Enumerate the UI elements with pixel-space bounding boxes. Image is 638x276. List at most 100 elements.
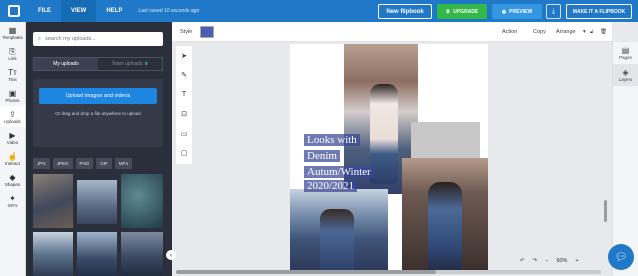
zoom-out-button[interactable]: −	[545, 258, 548, 264]
upgrade-button[interactable]: ♛ UPGRADE	[437, 4, 487, 19]
left-rail: ▦ Templates ⎘ Link Tт Text ▣ Photos ⇪ Uploads…	[0, 22, 26, 276]
app-logo[interactable]	[0, 0, 28, 22]
page-title-line-4[interactable]: 2020/2021	[304, 180, 358, 192]
search-input[interactable]: ⌕ search my uploads...	[33, 32, 163, 46]
zoom-controls: ↶ ↷ − 60% +	[520, 258, 579, 264]
tab-my-uploads[interactable]: My uploads	[34, 58, 98, 70]
page-title-line-1[interactable]: Looks with	[304, 134, 360, 146]
redo-icon[interactable]: ↷	[533, 258, 538, 264]
photo-top-figure	[370, 84, 398, 184]
save-status: Last saved 10 seconds ago	[138, 8, 200, 14]
rail-text[interactable]: Tт Text	[0, 64, 25, 85]
lock-icon[interactable]: 🔓︎	[590, 29, 594, 36]
zoom-in-button[interactable]: +	[575, 258, 578, 264]
download-icon: ⤓	[551, 7, 556, 15]
upload-thumbnail[interactable]	[121, 174, 163, 228]
upload-dropzone[interactable]: Upload images and videos Or drag and dro…	[33, 79, 163, 147]
rail-shapes[interactable]: ◆ Shapes	[0, 169, 25, 190]
rail-label: Interact	[4, 160, 20, 166]
gif-icon: ✦	[9, 193, 16, 203]
download-button[interactable]: ⤓	[546, 4, 561, 19]
upload-tabs: My uploads Team uploads ♛	[33, 57, 163, 71]
chat-button[interactable]: 💬︎	[608, 244, 634, 270]
filter-jpeg[interactable]: JPEG	[52, 158, 73, 169]
pages-icon: ▤	[621, 46, 630, 55]
rail-label: Text	[8, 76, 17, 82]
photo-bottom-left-figure	[320, 209, 354, 272]
eye-icon: ◉	[501, 8, 507, 15]
link-icon: ⎘	[9, 46, 16, 56]
rail-photos[interactable]: ▣ Photos	[0, 85, 25, 106]
upload-thumbnail[interactable]	[77, 180, 117, 224]
rail-gifs[interactable]: ✦ GIFs	[0, 190, 25, 211]
search-placeholder: search my uploads...	[45, 36, 96, 42]
text-tool-icon[interactable]: T	[176, 85, 192, 105]
rail-interact[interactable]: ☝ Interact	[0, 148, 25, 169]
arrange-button[interactable]: Arrange	[556, 29, 576, 35]
rail-link[interactable]: ⎘ Link	[0, 43, 25, 64]
upload-icon: ⇪	[9, 109, 16, 119]
action-button[interactable]: Action	[502, 29, 517, 35]
preview-label: PREVIEW	[509, 8, 533, 15]
upload-thumbnail[interactable]	[77, 232, 117, 276]
vertical-scrollbar[interactable]	[604, 200, 607, 222]
collapse-panel-button[interactable]: ‹	[166, 250, 176, 260]
filter-gif[interactable]: GIF	[96, 158, 112, 169]
shape-tool-icon[interactable]: ▭	[176, 124, 192, 144]
tab-team-label: Team uploads	[111, 61, 143, 67]
flipbook-page[interactable]: Looks with Denim Autum/Winter 2020/2021	[290, 44, 488, 272]
photo-bottom-right-figure	[428, 182, 462, 272]
style-color-swatch[interactable]	[200, 26, 214, 38]
preview-button[interactable]: ◉ PREVIEW	[492, 4, 542, 19]
new-flipbook-button[interactable]: New flipbook	[378, 4, 432, 19]
scroll-thumb[interactable]	[176, 270, 436, 274]
rail-label: Layers	[618, 77, 633, 82]
comment-tool-icon[interactable]: ▢	[176, 144, 192, 164]
filter-mp4[interactable]: MP4	[114, 158, 133, 169]
layers-icon: ◈	[622, 68, 629, 77]
right-rail: ▤ Pages ◈ Layers	[612, 42, 638, 276]
rail-layers[interactable]: ◈ Layers	[613, 64, 638, 86]
menu-view[interactable]: VIEW	[61, 0, 97, 22]
editor-canvas[interactable]: Looks with Denim Autum/Winter 2020/2021	[196, 44, 606, 272]
rail-label: Templates	[2, 34, 23, 40]
style-label: Style	[180, 29, 193, 35]
filter-jpg[interactable]: JPG	[33, 158, 50, 169]
rail-label: Uploads	[4, 118, 21, 124]
image-placeholder[interactable]	[411, 122, 480, 158]
rail-uploads[interactable]: ⇪ Uploads	[0, 106, 25, 127]
upgrade-label: UPGRADE	[453, 8, 479, 15]
media-tool-icon[interactable]: ⊡	[176, 105, 192, 125]
upload-thumbnail[interactable]	[33, 232, 73, 276]
crown-icon: ♛	[144, 61, 149, 67]
undo-icon[interactable]: ↶	[520, 258, 525, 264]
filter-png[interactable]: PNG	[75, 158, 94, 169]
horizontal-scrollbar[interactable]	[176, 270, 601, 274]
editor-toolbar: Style Action Copy Arrange ▾ 🔓︎ 🗑︎	[172, 22, 612, 42]
rail-video[interactable]: ▶ Video	[0, 127, 25, 148]
make-flipbook-button[interactable]: MAKE IT A FLIPBOOK	[566, 4, 632, 19]
tools-palette: ➤ ✎ T ⊡ ▭ ▢	[176, 46, 192, 164]
interact-icon: ☝	[7, 151, 18, 161]
page-title-line-3[interactable]: Autum/Winter	[304, 166, 374, 178]
file-type-filters: JPG JPEG PNG GIF MP4	[33, 158, 133, 169]
pen-tool-icon[interactable]: ✎	[176, 66, 192, 86]
chevron-down-icon[interactable]: ▾	[583, 29, 586, 35]
rail-label: Link	[8, 55, 17, 61]
tab-team-uploads[interactable]: Team uploads ♛	[98, 58, 162, 70]
rail-pages[interactable]: ▤ Pages	[613, 42, 638, 64]
menu-file[interactable]: FILE	[28, 0, 61, 22]
upload-images-button[interactable]: Upload images and videos	[39, 88, 157, 104]
photo-icon: ▣	[8, 88, 17, 98]
upload-thumbnail[interactable]	[121, 232, 163, 276]
copy-button[interactable]: Copy	[533, 29, 546, 35]
upload-thumbnail[interactable]	[33, 174, 73, 228]
drag-drop-hint: Or drag and drop a file anywhere to uplo…	[55, 111, 141, 116]
menu-help[interactable]: HELP	[96, 0, 132, 22]
rail-templates[interactable]: ▦ Templates	[0, 22, 25, 43]
templates-icon: ▦	[8, 25, 17, 35]
select-tool-icon[interactable]: ➤	[176, 46, 192, 66]
chevron-left-icon: ‹	[169, 251, 173, 259]
delete-icon[interactable]: 🗑︎	[600, 29, 607, 35]
page-title-line-2[interactable]: Denim	[303, 149, 341, 163]
